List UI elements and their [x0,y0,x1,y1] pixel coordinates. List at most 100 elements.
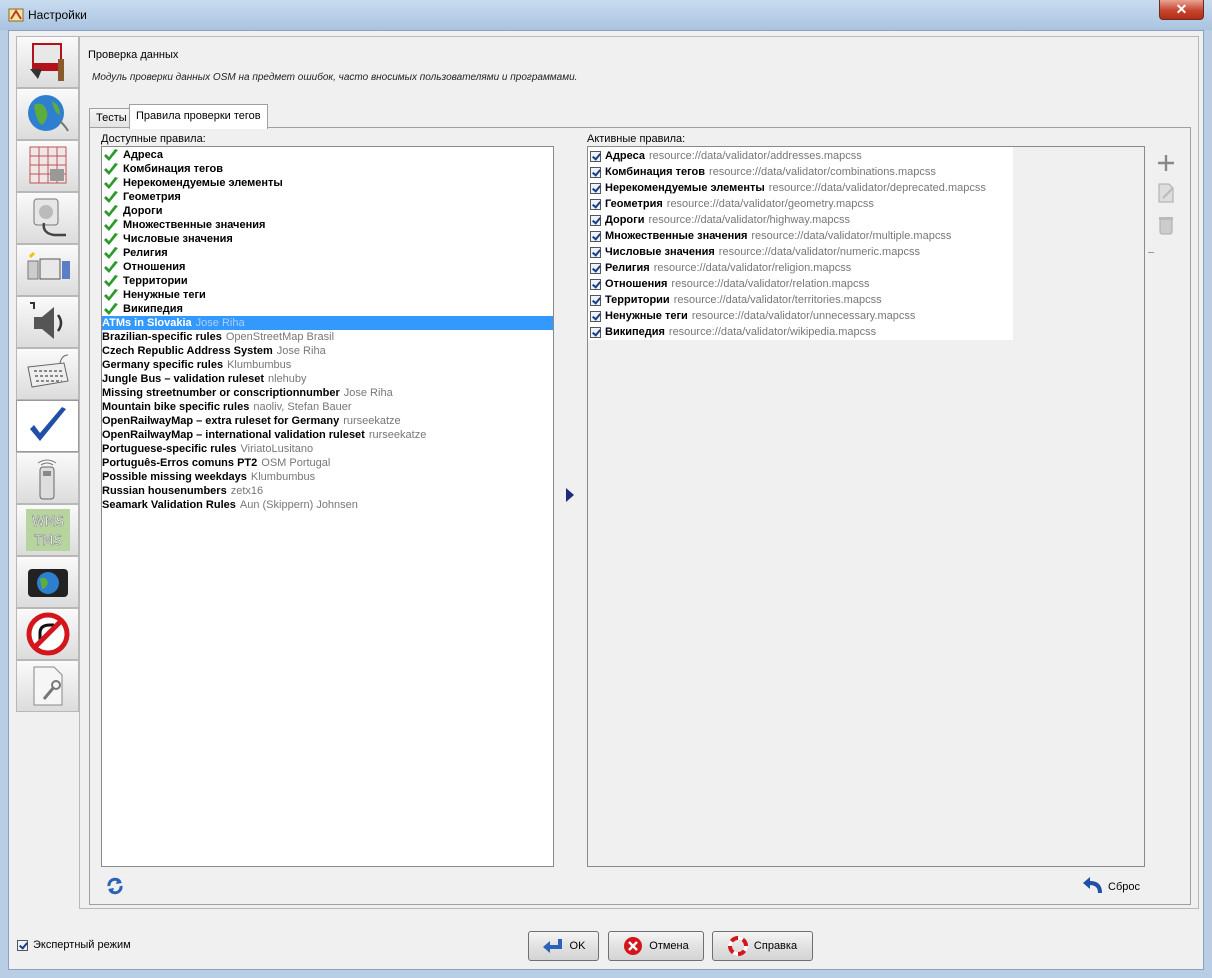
rule-source: resource://data/validator/unnecessary.ma… [691,310,916,322]
help-button[interactable]: Справка [712,931,813,961]
rule-name: Germany specific rules [102,359,224,371]
available-rule-item[interactable]: Germany specific rules Klumbumbus [102,358,553,372]
rule-enabled-checkbox[interactable] [590,278,601,290]
rule-author: rurseekatze [343,415,401,427]
svg-text:TMS: TMS [33,534,61,549]
available-rule-item[interactable]: Территории [102,274,553,288]
delete-icon[interactable] [1155,214,1177,236]
green-check-icon [103,218,119,232]
sidebar-item-imagery[interactable]: WMS TMS [16,504,79,556]
sidebar-item-plugins[interactable] [16,192,79,244]
grid-map-icon [29,146,66,184]
ok-button[interactable]: OK [528,931,599,961]
rule-enabled-checkbox[interactable] [590,294,601,306]
active-rule-item[interactable]: Комбинация тегов resource://data/validato… [588,164,1013,180]
available-rules-list[interactable]: Адреса Комбинация тегов Нерекомендуемые эл… [101,146,554,867]
reset-button[interactable]: Сброс [1082,877,1140,897]
available-rule-item[interactable]: Комбинация тегов [102,162,553,176]
rule-name: Português-Erros comuns PT2 [102,457,258,469]
available-rule-item[interactable]: Адреса [102,148,553,162]
available-rule-item[interactable]: Missing streetnumber or conscriptionnumb… [102,386,553,400]
arrow-right-icon [566,488,574,502]
rule-enabled-checkbox[interactable] [590,326,601,338]
green-check-icon [103,246,119,260]
rule-enabled-checkbox[interactable] [590,198,601,210]
active-rule-item[interactable]: Википедия resource://data/validator/wikip… [588,324,1013,340]
refresh-icon[interactable] [105,876,125,896]
available-rule-item[interactable]: Português-Erros comuns PT2 OSM Portugal [102,456,553,470]
separator [1148,252,1154,253]
rule-name: Mountain bike specific rules [102,401,250,413]
available-rule-item[interactable]: Дороги [102,204,553,218]
available-rule-item[interactable]: OpenRailwayMap – international validatio… [102,428,553,442]
green-check-icon [103,232,119,246]
sidebar-item-map-projection[interactable] [16,140,79,192]
sidebar-item-restrictions[interactable] [16,608,79,660]
active-rule-item[interactable]: Нерекомендуемые элементы resource://data/… [588,180,1013,196]
preferences-sidebar: WMS TMS [16,36,79,712]
svg-text:WMS: WMS [31,515,63,530]
available-rule-item[interactable]: Czech Republic Address System Jose Riha [102,344,553,358]
expert-mode-checkbox[interactable] [17,939,28,951]
page-description: Модуль проверки данных OSM на предмет ош… [92,72,578,83]
expert-mode-toggle[interactable]: Экспертный режим [17,939,131,951]
cancel-button[interactable]: Отмена [608,931,704,961]
available-rule-item[interactable]: Brazilian-specific rules OpenStreetMap Br… [102,330,553,344]
sidebar-item-presets[interactable] [16,244,79,296]
activate-arrow-button[interactable] [565,487,575,506]
active-rules-list[interactable]: Адреса resource://data/validator/addresse… [587,146,1145,867]
available-rule-item[interactable]: Ненужные теги [102,288,553,302]
rule-enabled-checkbox[interactable] [590,214,601,226]
active-rule-item[interactable]: Числовые значения resource://data/validat… [588,244,1013,260]
sidebar-item-geoimage[interactable] [16,556,79,608]
rule-author: Jose Riha [195,317,245,329]
close-button[interactable]: ✕ [1159,0,1204,20]
sidebar-item-remote-control[interactable] [16,452,79,504]
rule-source: resource://data/validator/numeric.mapcss [718,246,920,258]
rule-enabled-checkbox[interactable] [590,150,601,162]
sidebar-item-advanced[interactable] [16,660,79,712]
wms-tms-icon: WMS TMS [25,509,70,551]
rule-enabled-checkbox[interactable] [590,310,601,322]
rule-enabled-checkbox[interactable] [590,182,601,194]
available-rule-item[interactable]: Нерекомендуемые элементы [102,176,553,190]
active-rule-item[interactable]: Множественные значения resource://data/va… [588,228,1013,244]
sidebar-item-validator[interactable] [16,400,79,452]
available-rule-item[interactable]: ATMs in Slovakia Jose Riha [102,316,553,330]
rule-source: resource://data/validator/combinations.m… [709,166,936,178]
sidebar-item-display[interactable] [16,36,79,88]
available-rule-item[interactable]: Отношения [102,260,553,274]
rule-name: Portuguese-specific rules [102,443,237,455]
available-rule-item[interactable]: OpenRailwayMap – extra ruleset for Germa… [102,414,553,428]
rule-enabled-checkbox[interactable] [590,246,601,258]
edit-icon[interactable] [1155,182,1177,204]
available-rule-item[interactable]: Russian housenumbers zetx16 [102,484,553,498]
sidebar-item-connection[interactable] [16,88,79,140]
active-rule-item[interactable]: Отношения resource://data/validator/relat… [588,276,1013,292]
rule-enabled-checkbox[interactable] [590,230,601,242]
add-icon[interactable] [1155,152,1177,174]
active-rule-item[interactable]: Дороги resource://data/validator/highway.… [588,212,1013,228]
available-rule-item[interactable]: Множественные значения [102,218,553,232]
available-rule-item[interactable]: Mountain bike specific rules naoliv, Stef… [102,400,553,414]
available-rule-item[interactable]: Геометрия [102,190,553,204]
tab-tag-checker-rules[interactable]: Правила проверки тегов [129,104,268,129]
rule-name: Адреса [605,150,645,162]
active-rule-item[interactable]: Территории resource://data/validator/terr… [588,292,1013,308]
available-rule-item[interactable]: Seamark Validation Rules Aun (Skippern) J… [102,498,553,512]
rule-enabled-checkbox[interactable] [590,262,601,274]
available-rule-item[interactable]: Числовые значения [102,232,553,246]
active-rule-item[interactable]: Адреса resource://data/validator/addresse… [588,148,1013,164]
available-rule-item[interactable]: Википедия [102,302,553,316]
available-rule-item[interactable]: Jungle Bus – validation ruleset nlehuby [102,372,553,386]
sidebar-item-shortcuts[interactable] [16,348,79,400]
available-rule-item[interactable]: Possible missing weekdays Klumbumbus [102,470,553,484]
active-rule-item[interactable]: Ненужные теги resource://data/validator/u… [588,308,1013,324]
available-rule-item[interactable]: Portuguese-specific rules ViriatoLusitano [102,442,553,456]
active-rule-item[interactable]: Религия resource://data/validator/religio… [588,260,1013,276]
tab-tests[interactable]: Тесты [89,108,134,128]
available-rule-item[interactable]: Религия [102,246,553,260]
rule-enabled-checkbox[interactable] [590,166,601,178]
sidebar-item-audio[interactable] [16,296,79,348]
active-rule-item[interactable]: Геометрия resource://data/validator/geome… [588,196,1013,212]
